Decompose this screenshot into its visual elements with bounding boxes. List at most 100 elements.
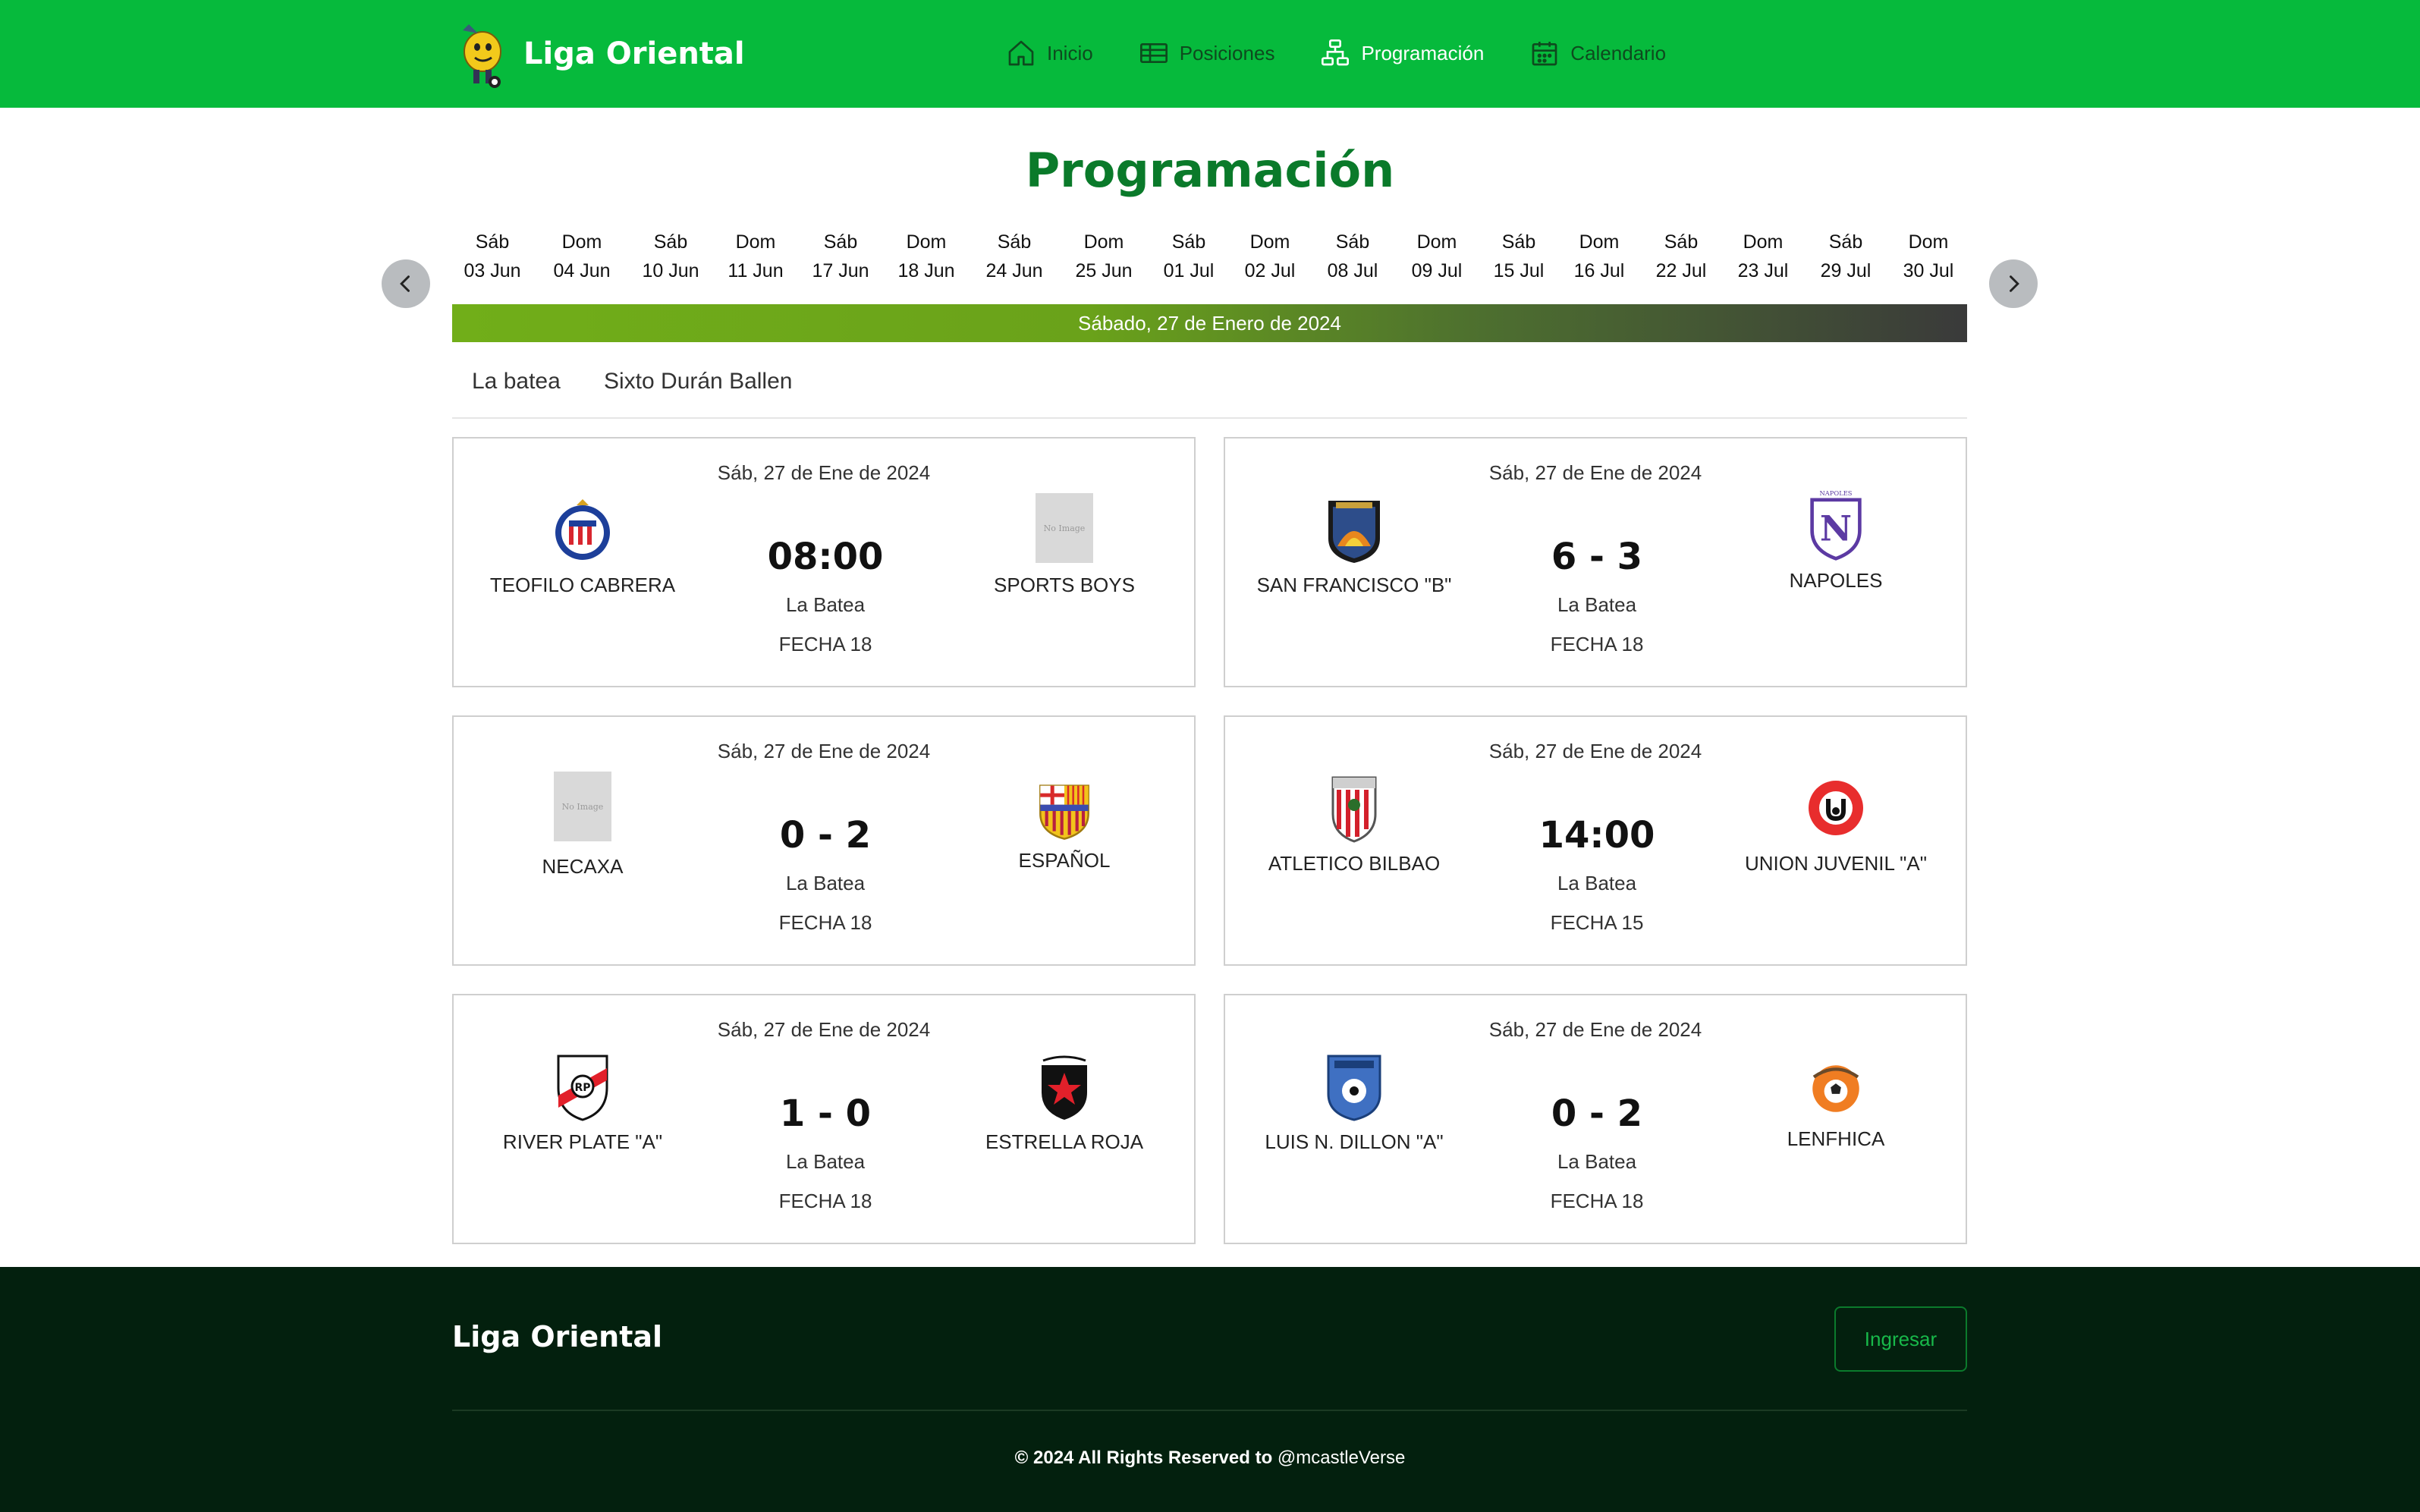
- date-item[interactable]: Sáb 22 Jul: [1639, 228, 1723, 285]
- footer-brand: Liga Oriental: [452, 1320, 663, 1353]
- lenfhica-crest-icon: [1812, 1065, 1859, 1112]
- napoles-crest-icon: NAPOLES N: [1810, 489, 1862, 561]
- date-item[interactable]: Sáb 15 Jul: [1477, 228, 1560, 285]
- nav-calendario[interactable]: Calendario: [1529, 33, 1666, 73]
- date-label: 24 Jun: [985, 260, 1043, 281]
- date-label: 11 Jun: [728, 260, 784, 281]
- date-item[interactable]: Dom 02 Jul: [1228, 228, 1312, 285]
- date-item[interactable]: Dom 23 Jul: [1721, 228, 1805, 285]
- copyright: © 2024 All Rights Reserved to @mcastleVe…: [0, 1448, 2420, 1469]
- home-team-name: LUIS N. DILLON "A": [1265, 1130, 1444, 1153]
- match-date: Sáb, 27 de Ene de 2024: [1488, 1018, 1702, 1041]
- luis-dillon-crest-icon: [1327, 1055, 1381, 1121]
- match-card[interactable]: Sáb, 27 de Ene de 2024 TEOFILO CABRERA 0…: [452, 437, 1196, 687]
- away-team: LENFHICA: [1730, 1058, 1942, 1151]
- date-item[interactable]: Sáb 29 Jul: [1804, 228, 1887, 285]
- date-item[interactable]: Dom 18 Jun: [885, 228, 968, 285]
- nav-programacion[interactable]: Programación: [1320, 33, 1484, 73]
- match-venue: La Batea: [1557, 593, 1637, 616]
- author-link[interactable]: @mcastleVerse: [1278, 1448, 1405, 1468]
- selected-date-banner: Sábado, 27 de Enero de 2024: [452, 304, 1967, 342]
- home-team: SAN FRANCISCO "B": [1248, 493, 1460, 597]
- match-card[interactable]: Sáb, 27 de Ene de 2024 SAN FRANCISCO "B"…: [1224, 437, 1967, 687]
- date-item[interactable]: Sáb 10 Jun: [629, 228, 712, 285]
- date-item[interactable]: Dom 09 Jul: [1395, 228, 1479, 285]
- match-score: 0 - 2: [779, 814, 872, 857]
- date-day: Dom: [1579, 231, 1620, 253]
- date-day: Sáb: [1664, 231, 1699, 253]
- away-team-name: LENFHICA: [1787, 1127, 1885, 1150]
- match-card[interactable]: Sáb, 27 de Ene de 2024 LUIS N. DILLON "A…: [1224, 994, 1967, 1244]
- match-date: Sáb, 27 de Ene de 2024: [1488, 740, 1702, 762]
- date-label: 03 Jun: [464, 260, 521, 281]
- date-item[interactable]: Sáb 08 Jul: [1311, 228, 1394, 285]
- match-card[interactable]: Sáb, 27 de Ene de 2024 No Image NECAXA 0…: [452, 715, 1196, 966]
- date-item[interactable]: Sáb 03 Jun: [451, 228, 534, 285]
- away-team-name: UNION JUVENIL "A": [1745, 852, 1927, 875]
- union-juvenil-crest-icon: [1809, 781, 1863, 835]
- chevron-left-icon: [400, 275, 410, 292]
- tab-la-batea[interactable]: La batea: [472, 369, 561, 395]
- date-label: 30 Jul: [1903, 260, 1954, 281]
- home-team: LUIS N. DILLON "A": [1248, 1050, 1460, 1154]
- match-round: FECHA 18: [778, 1190, 872, 1212]
- nav-posiciones[interactable]: Posiciones: [1139, 33, 1275, 73]
- match-round: FECHA 18: [778, 911, 872, 934]
- match-date: Sáb, 27 de Ene de 2024: [717, 1018, 931, 1041]
- match-score: 14:00: [1538, 814, 1655, 857]
- match-round: FECHA 18: [1550, 633, 1644, 655]
- date-label: 09 Jul: [1411, 260, 1463, 281]
- away-team-name: SPORTS BOYS: [994, 574, 1135, 596]
- away-team: NAPOLES N NAPOLES: [1730, 489, 1942, 593]
- brand[interactable]: Liga Oriental: [452, 18, 745, 90]
- date-item[interactable]: Dom 16 Jul: [1557, 228, 1641, 285]
- date-item[interactable]: Dom 11 Jun: [714, 228, 797, 285]
- top-navbar: Liga Oriental Inicio Posiciones Programa…: [0, 0, 2420, 108]
- nav-inicio[interactable]: Inicio: [1006, 33, 1093, 73]
- date-day: Dom: [1249, 231, 1290, 253]
- date-day: Sáb: [997, 231, 1032, 253]
- match-card[interactable]: Sáb, 27 de Ene de 2024 RP RIVER PLATE "A…: [452, 994, 1196, 1244]
- date-item[interactable]: Dom 25 Jun: [1062, 228, 1146, 285]
- date-label: 23 Jul: [1737, 260, 1789, 281]
- date-label: 16 Jul: [1573, 260, 1625, 281]
- home-team: No Image NECAXA: [476, 772, 689, 879]
- svg-text:NAPOLES: NAPOLES: [1820, 489, 1853, 497]
- home-team-name: NECAXA: [542, 855, 624, 878]
- date-item[interactable]: Dom 30 Jul: [1887, 228, 1970, 285]
- date-day: Dom: [1416, 231, 1457, 253]
- date-day: Dom: [1743, 231, 1784, 253]
- date-item[interactable]: Sáb 17 Jun: [799, 228, 882, 285]
- match-round: FECHA 18: [1550, 1190, 1644, 1212]
- login-button[interactable]: Ingresar: [1834, 1306, 1967, 1372]
- date-item[interactable]: Sáb 24 Jun: [973, 228, 1056, 285]
- away-team: ESPAÑOL: [958, 781, 1171, 872]
- home-team-name: RIVER PLATE "A": [502, 1130, 663, 1153]
- match-date: Sáb, 27 de Ene de 2024: [717, 461, 931, 484]
- date-item[interactable]: Dom 04 Jun: [540, 228, 624, 285]
- next-dates-button[interactable]: [1989, 259, 2038, 308]
- match-score: 6 - 3: [1551, 536, 1643, 578]
- match-venue: La Batea: [785, 872, 866, 894]
- tab-sixto-duran-ballen[interactable]: Sixto Durán Ballen: [604, 369, 792, 395]
- away-team-name: ESPAÑOL: [1018, 849, 1111, 872]
- home-team: ATLETICO BILBAO: [1248, 772, 1460, 875]
- date-day: Dom: [561, 231, 602, 253]
- date-day: Dom: [906, 231, 947, 253]
- away-team-name: NAPOLES: [1789, 569, 1883, 592]
- chevron-right-icon: [2010, 275, 2019, 292]
- brand-name: Liga Oriental: [523, 36, 745, 71]
- prev-dates-button[interactable]: [382, 259, 430, 308]
- match-venue: La Batea: [785, 593, 866, 616]
- away-team-name: ESTRELLA ROJA: [985, 1130, 1144, 1153]
- main-nav: Inicio Posiciones Programación Calendari…: [1006, 33, 1711, 73]
- date-label: 18 Jun: [897, 260, 955, 281]
- date-label: 10 Jun: [642, 260, 699, 281]
- match-round: FECHA 15: [1550, 911, 1644, 934]
- match-venue: La Batea: [1557, 872, 1637, 894]
- nav-label: Calendario: [1570, 41, 1667, 64]
- match-card[interactable]: Sáb, 27 de Ene de 2024 ATLETICO BILBAO 1…: [1224, 715, 1967, 966]
- nav-label: Posiciones: [1179, 41, 1275, 64]
- date-label: 17 Jun: [812, 260, 869, 281]
- date-item[interactable]: Sáb 01 Jul: [1147, 228, 1230, 285]
